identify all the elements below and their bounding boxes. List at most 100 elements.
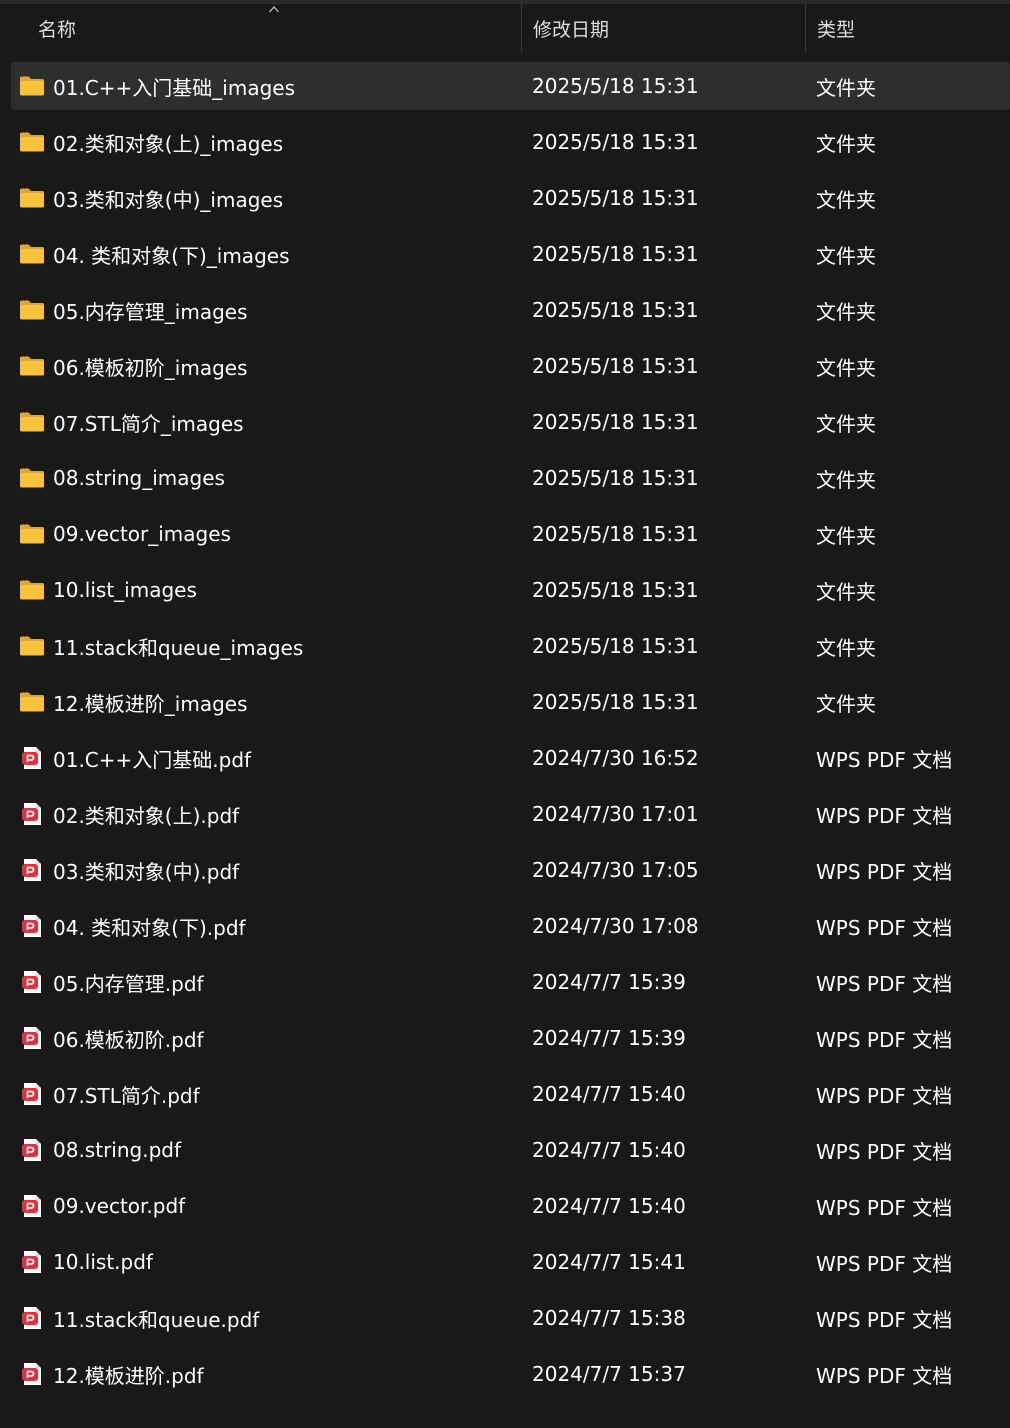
file-type: WPS PDF 文档 <box>816 1363 953 1388</box>
file-date-modified: 2025/5/18 15:31 <box>532 578 699 602</box>
file-type: WPS PDF 文档 <box>816 747 953 772</box>
file-row[interactable]: 05.内存管理.pdf 2024/7/7 15:39 WPS PDF 文档 <box>0 954 1010 1010</box>
file-type: WPS PDF 文档 <box>816 1139 953 1164</box>
file-name: 08.string_images <box>53 466 225 490</box>
file-name: 10.list.pdf <box>53 1250 153 1274</box>
file-name: 06.模板初阶_images <box>53 355 248 380</box>
folder-icon <box>19 298 45 322</box>
column-header-type[interactable]: 类型 <box>805 4 1010 52</box>
file-date-modified: 2025/5/18 15:31 <box>532 690 699 714</box>
file-row[interactable]: 01.C++入门基础.pdf 2024/7/30 16:52 WPS PDF 文… <box>0 730 1010 786</box>
file-date-modified: 2024/7/7 15:40 <box>532 1138 686 1162</box>
file-name: 07.STL简介.pdf <box>53 1083 200 1108</box>
file-date-modified: 2024/7/7 15:39 <box>532 1026 686 1050</box>
folder-icon <box>19 186 45 210</box>
pdf-icon <box>19 1194 45 1218</box>
pdf-icon <box>19 1362 45 1386</box>
file-row[interactable]: 10.list_images 2025/5/18 15:31 文件夹 <box>0 562 1010 618</box>
file-name: 03.类和对象(中).pdf <box>53 859 240 884</box>
file-name: 04. 类和对象(下)_images <box>53 243 290 268</box>
file-name: 09.vector_images <box>53 522 231 546</box>
file-row[interactable]: 11.stack和queue.pdf 2024/7/7 15:38 WPS PD… <box>0 1290 1010 1346</box>
pdf-icon <box>19 746 45 770</box>
file-name: 12.模板进阶.pdf <box>53 1363 204 1388</box>
file-type: WPS PDF 文档 <box>816 803 953 828</box>
file-name: 05.内存管理.pdf <box>53 971 204 996</box>
file-row[interactable]: 11.stack和queue_images 2025/5/18 15:31 文件… <box>0 618 1010 674</box>
file-date-modified: 2024/7/7 15:40 <box>532 1194 686 1218</box>
folder-icon <box>19 466 45 490</box>
folder-icon <box>19 522 45 546</box>
column-header-name-label: 名称 <box>38 18 77 41</box>
file-row[interactable]: 12.模板进阶_images 2025/5/18 15:31 文件夹 <box>0 674 1010 730</box>
file-type: 文件夹 <box>816 299 876 324</box>
file-type: 文件夹 <box>816 411 876 436</box>
file-row[interactable]: 09.vector.pdf 2024/7/7 15:40 WPS PDF 文档 <box>0 1178 1010 1234</box>
file-row[interactable]: 05.内存管理_images 2025/5/18 15:31 文件夹 <box>0 282 1010 338</box>
file-name: 02.类和对象(上)_images <box>53 131 284 156</box>
file-type: WPS PDF 文档 <box>816 915 953 940</box>
file-row[interactable]: 06.模板初阶_images 2025/5/18 15:31 文件夹 <box>0 338 1010 394</box>
column-header-name[interactable]: 名称 <box>0 4 520 52</box>
file-name: 06.模板初阶.pdf <box>53 1027 204 1052</box>
file-type: 文件夹 <box>816 243 876 268</box>
pdf-icon <box>19 1306 45 1330</box>
file-type: 文件夹 <box>816 75 876 100</box>
file-row[interactable]: 06.模板初阶.pdf 2024/7/7 15:39 WPS PDF 文档 <box>0 1010 1010 1066</box>
file-row[interactable]: 04. 类和对象(下).pdf 2024/7/30 17:08 WPS PDF … <box>0 898 1010 954</box>
file-type: 文件夹 <box>816 523 876 548</box>
pdf-icon <box>19 858 45 882</box>
pdf-icon <box>19 802 45 826</box>
file-date-modified: 2024/7/30 16:52 <box>532 746 699 770</box>
file-row[interactable]: 08.string.pdf 2024/7/7 15:40 WPS PDF 文档 <box>0 1122 1010 1178</box>
folder-icon <box>19 354 45 378</box>
file-row[interactable]: 03.类和对象(中)_images 2025/5/18 15:31 文件夹 <box>0 170 1010 226</box>
file-date-modified: 2025/5/18 15:31 <box>532 466 699 490</box>
pdf-icon <box>19 1082 45 1106</box>
file-type: 文件夹 <box>816 579 876 604</box>
folder-icon <box>19 130 45 154</box>
file-date-modified: 2025/5/18 15:31 <box>532 74 699 98</box>
file-date-modified: 2025/5/18 15:31 <box>532 298 699 322</box>
file-type: WPS PDF 文档 <box>816 1083 953 1108</box>
file-row[interactable]: 08.string_images 2025/5/18 15:31 文件夹 <box>0 450 1010 506</box>
folder-icon <box>19 410 45 434</box>
file-date-modified: 2025/5/18 15:31 <box>532 522 699 546</box>
file-row[interactable]: 03.类和对象(中).pdf 2024/7/30 17:05 WPS PDF 文… <box>0 842 1010 898</box>
file-row[interactable]: 07.STL简介.pdf 2024/7/7 15:40 WPS PDF 文档 <box>0 1066 1010 1122</box>
file-date-modified: 2024/7/7 15:38 <box>532 1306 686 1330</box>
file-row[interactable]: 07.STL简介_images 2025/5/18 15:31 文件夹 <box>0 394 1010 450</box>
file-date-modified: 2025/5/18 15:31 <box>532 186 699 210</box>
sort-up-icon <box>269 6 279 13</box>
file-name: 04. 类和对象(下).pdf <box>53 915 246 940</box>
file-date-modified: 2025/5/18 15:31 <box>532 354 699 378</box>
file-row[interactable]: 01.C++入门基础_images 2025/5/18 15:31 文件夹 <box>0 58 1010 114</box>
file-type: 文件夹 <box>816 635 876 660</box>
file-row[interactable]: 02.类和对象(上).pdf 2024/7/30 17:01 WPS PDF 文… <box>0 786 1010 842</box>
file-type: WPS PDF 文档 <box>816 1027 953 1052</box>
file-date-modified: 2024/7/30 17:08 <box>532 914 699 938</box>
folder-icon <box>19 578 45 602</box>
file-name: 05.内存管理_images <box>53 299 248 324</box>
file-row[interactable]: 09.vector_images 2025/5/18 15:31 文件夹 <box>0 506 1010 562</box>
folder-icon <box>19 242 45 266</box>
file-name: 01.C++入门基础_images <box>53 75 296 100</box>
file-list: 01.C++入门基础_images 2025/5/18 15:31 文件夹 02… <box>0 58 1010 1402</box>
file-name: 10.list_images <box>53 578 197 602</box>
file-row[interactable]: 12.模板进阶.pdf 2024/7/7 15:37 WPS PDF 文档 <box>0 1346 1010 1402</box>
file-date-modified: 2025/5/18 15:31 <box>532 410 699 434</box>
file-date-modified: 2024/7/7 15:37 <box>532 1362 686 1386</box>
file-type: 文件夹 <box>816 467 876 492</box>
file-name: 08.string.pdf <box>53 1138 182 1162</box>
folder-icon <box>19 690 45 714</box>
file-row[interactable]: 10.list.pdf 2024/7/7 15:41 WPS PDF 文档 <box>0 1234 1010 1290</box>
file-type: 文件夹 <box>816 187 876 212</box>
pdf-icon <box>19 1250 45 1274</box>
file-date-modified: 2024/7/30 17:05 <box>532 858 699 882</box>
file-row[interactable]: 04. 类和对象(下)_images 2025/5/18 15:31 文件夹 <box>0 226 1010 282</box>
column-header-date-modified[interactable]: 修改日期 <box>521 4 804 52</box>
file-date-modified: 2024/7/7 15:41 <box>532 1250 686 1274</box>
file-row[interactable]: 02.类和对象(上)_images 2025/5/18 15:31 文件夹 <box>0 114 1010 170</box>
file-explorer-details-view: 名称 修改日期 类型 01.C++入门基础_images 2025/5/18 1… <box>0 0 1010 1428</box>
file-name: 11.stack和queue.pdf <box>53 1307 260 1332</box>
